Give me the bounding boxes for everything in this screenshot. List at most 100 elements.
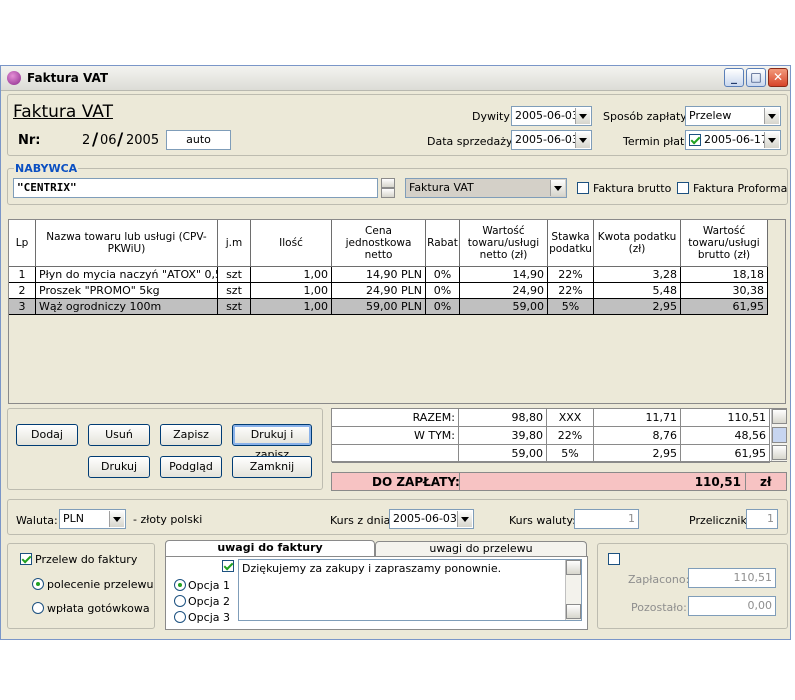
summary-scrollbar[interactable] bbox=[771, 409, 787, 461]
column-header-wartosc-netto[interactable]: Wartość towaru/usługi netto (zł) bbox=[460, 220, 548, 267]
nabywca-spinner[interactable] bbox=[381, 178, 395, 198]
cell-stawka[interactable]: 22% bbox=[548, 283, 594, 299]
cell-kwota-podatku[interactable]: 3,28 bbox=[594, 267, 681, 283]
cell-wartosc-brutto[interactable]: 18,18 bbox=[681, 267, 768, 283]
cell-wartosc-netto[interactable]: 14,90 bbox=[460, 267, 548, 283]
spin-up-icon[interactable] bbox=[381, 178, 395, 188]
data-sprzedazy-date-picker[interactable]: 2005-06-03 bbox=[511, 130, 592, 150]
summary-table: RAZEM: 98,80 XXX 11,71 110,51 W TYM: 39,80 22% 8… bbox=[331, 408, 787, 463]
sposob-zaplaty-select[interactable]: Przelew bbox=[685, 106, 781, 126]
cell-kwota-podatku[interactable]: 5,48 bbox=[594, 283, 681, 299]
column-header-stawka[interactable]: Stawka podatku bbox=[548, 220, 594, 267]
scroll-down-icon[interactable] bbox=[772, 445, 787, 460]
chevron-down-icon[interactable] bbox=[457, 511, 472, 527]
tab-uwagi-do-przelewu[interactable]: uwagi do przelewu bbox=[375, 541, 587, 557]
cell-jm[interactable]: szt bbox=[218, 299, 251, 315]
cell-ilosc[interactable]: 1,00 bbox=[251, 267, 332, 283]
auto-field[interactable]: auto bbox=[166, 130, 231, 150]
cell-wartosc-brutto[interactable]: 61,95 bbox=[681, 299, 768, 315]
faktura-proforma-label: Faktura Proforma bbox=[693, 182, 788, 195]
cell-kwota-podatku[interactable]: 2,95 bbox=[594, 299, 681, 315]
column-header-cena[interactable]: Cena jednostkowa netto bbox=[332, 220, 426, 267]
column-header-wartosc-brutto[interactable]: Wartość towaru/usługi brutto (zł) bbox=[681, 220, 768, 267]
cell-nazwa[interactable]: Wąż ogrodniczy 100m bbox=[36, 299, 218, 315]
drukuj-zapisz-button[interactable]: Drukuj i zapisz bbox=[232, 424, 312, 461]
pozostalo-field[interactable]: 0,00 bbox=[688, 596, 776, 616]
column-header-lp[interactable]: Lp bbox=[9, 220, 36, 267]
column-header-jm[interactable]: j.m bbox=[218, 220, 251, 267]
table-row[interactable]: 3 Wąż ogrodniczy 100m szt 1,00 59,00 PLN 0% 59… bbox=[9, 299, 768, 315]
zamknij-button[interactable]: Zamknij bbox=[232, 456, 312, 478]
dodaj-button[interactable]: Dodaj bbox=[16, 424, 78, 446]
opcja2-radio[interactable] bbox=[174, 595, 186, 607]
cell-jm[interactable]: szt bbox=[218, 283, 251, 299]
scroll-up-icon[interactable] bbox=[772, 409, 787, 424]
tab-uwagi-do-faktury[interactable]: uwagi do faktury bbox=[165, 540, 375, 557]
podglad-button[interactable]: Podgląd bbox=[160, 456, 222, 478]
column-header-rabat[interactable]: Rabat bbox=[426, 220, 460, 267]
scroll-thumb[interactable] bbox=[772, 427, 787, 443]
cell-rabat[interactable]: 0% bbox=[426, 283, 460, 299]
title-bar[interactable]: Faktura VAT _ □ ✕ bbox=[1, 66, 790, 91]
cell-jm[interactable]: szt bbox=[218, 267, 251, 283]
zaplacono-field[interactable]: 110,51 bbox=[688, 568, 776, 588]
przelicznik-field[interactable]: 1 bbox=[746, 509, 778, 529]
cell-lp[interactable]: 1 bbox=[9, 267, 36, 283]
spin-down-icon[interactable] bbox=[381, 188, 395, 198]
cell-cena[interactable]: 59,00 PLN bbox=[332, 299, 426, 315]
chevron-down-icon[interactable] bbox=[764, 108, 779, 124]
table-row[interactable]: 2 Proszek "PROMO" 5kg szt 1,00 24,90 PLN 0% 24… bbox=[9, 283, 768, 299]
zapisz-button[interactable]: Zapisz bbox=[160, 424, 222, 446]
cell-cena[interactable]: 14,90 PLN bbox=[332, 267, 426, 283]
chevron-down-icon[interactable] bbox=[109, 511, 124, 527]
cell-wartosc-brutto[interactable]: 30,38 bbox=[681, 283, 768, 299]
termin-date-picker[interactable]: 2005-06-17 bbox=[685, 130, 781, 150]
cell-stawka[interactable]: 5% bbox=[548, 299, 594, 315]
notes-textarea[interactable]: Dziękujemy za zakupy i zapraszamy ponown… bbox=[238, 559, 582, 621]
cell-nazwa[interactable]: Proszek "PROMO" 5kg bbox=[36, 283, 218, 299]
dywity-date-picker[interactable]: 2005-06-03 bbox=[511, 106, 592, 126]
cell-cena[interactable]: 24,90 PLN bbox=[332, 283, 426, 299]
cell-rabat[interactable]: 0% bbox=[426, 299, 460, 315]
doc-type-select[interactable]: Faktura VAT bbox=[405, 178, 567, 198]
minimize-button[interactable]: _ bbox=[724, 68, 744, 87]
chevron-down-icon[interactable] bbox=[575, 108, 590, 124]
maximize-button[interactable]: □ bbox=[746, 68, 766, 87]
chevron-down-icon[interactable] bbox=[764, 132, 779, 148]
scroll-down-icon[interactable] bbox=[566, 604, 581, 619]
waluta-select[interactable]: PLN bbox=[59, 509, 126, 529]
cell-stawka[interactable]: 22% bbox=[548, 267, 594, 283]
kurs-waluty-field[interactable]: 1 bbox=[574, 509, 639, 529]
cell-lp[interactable]: 3 bbox=[9, 299, 36, 315]
termin-checkbox[interactable] bbox=[689, 134, 701, 146]
column-header-ilosc[interactable]: Ilość bbox=[251, 220, 332, 267]
usun-button[interactable]: Usuń bbox=[88, 424, 150, 446]
opcja3-radio[interactable] bbox=[174, 611, 186, 623]
nabywca-field[interactable]: "CENTRIX" bbox=[13, 178, 378, 198]
przelew-checkbox[interactable] bbox=[20, 553, 32, 565]
column-header-nazwa[interactable]: Nazwa towaru lub usługi (CPV-PKWiU) bbox=[36, 220, 218, 267]
chevron-down-icon[interactable] bbox=[550, 180, 565, 196]
drukuj-button[interactable]: Drukuj bbox=[88, 456, 150, 478]
cell-ilosc[interactable]: 1,00 bbox=[251, 299, 332, 315]
close-button[interactable]: ✕ bbox=[768, 68, 788, 87]
cell-wartosc-netto[interactable]: 24,90 bbox=[460, 283, 548, 299]
cell-nazwa[interactable]: Płyn do mycia naczyń "ATOX" 0,5 l bbox=[36, 267, 218, 283]
polecenie-radio[interactable] bbox=[32, 578, 44, 590]
table-row[interactable]: 1 Płyn do mycia naczyń "ATOX" 0,5 l szt 1,0… bbox=[9, 267, 768, 283]
cell-ilosc[interactable]: 1,00 bbox=[251, 283, 332, 299]
paid-checkbox[interactable] bbox=[608, 553, 620, 565]
notes-checkbox[interactable] bbox=[222, 560, 234, 572]
faktura-proforma-checkbox[interactable] bbox=[677, 182, 689, 194]
column-header-kwota-podatku[interactable]: Kwota podatku (zł) bbox=[594, 220, 681, 267]
wplata-radio[interactable] bbox=[32, 602, 44, 614]
cell-wartosc-netto[interactable]: 59,00 bbox=[460, 299, 548, 315]
notes-scrollbar[interactable] bbox=[565, 560, 581, 620]
chevron-down-icon[interactable] bbox=[575, 132, 590, 148]
opcja1-radio[interactable] bbox=[174, 579, 186, 591]
scroll-up-icon[interactable] bbox=[566, 560, 581, 575]
cell-lp[interactable]: 2 bbox=[9, 283, 36, 299]
cell-rabat[interactable]: 0% bbox=[426, 267, 460, 283]
faktura-brutto-checkbox[interactable] bbox=[577, 182, 589, 194]
kurs-z-dnia-date-picker[interactable]: 2005-06-03 bbox=[389, 509, 474, 529]
